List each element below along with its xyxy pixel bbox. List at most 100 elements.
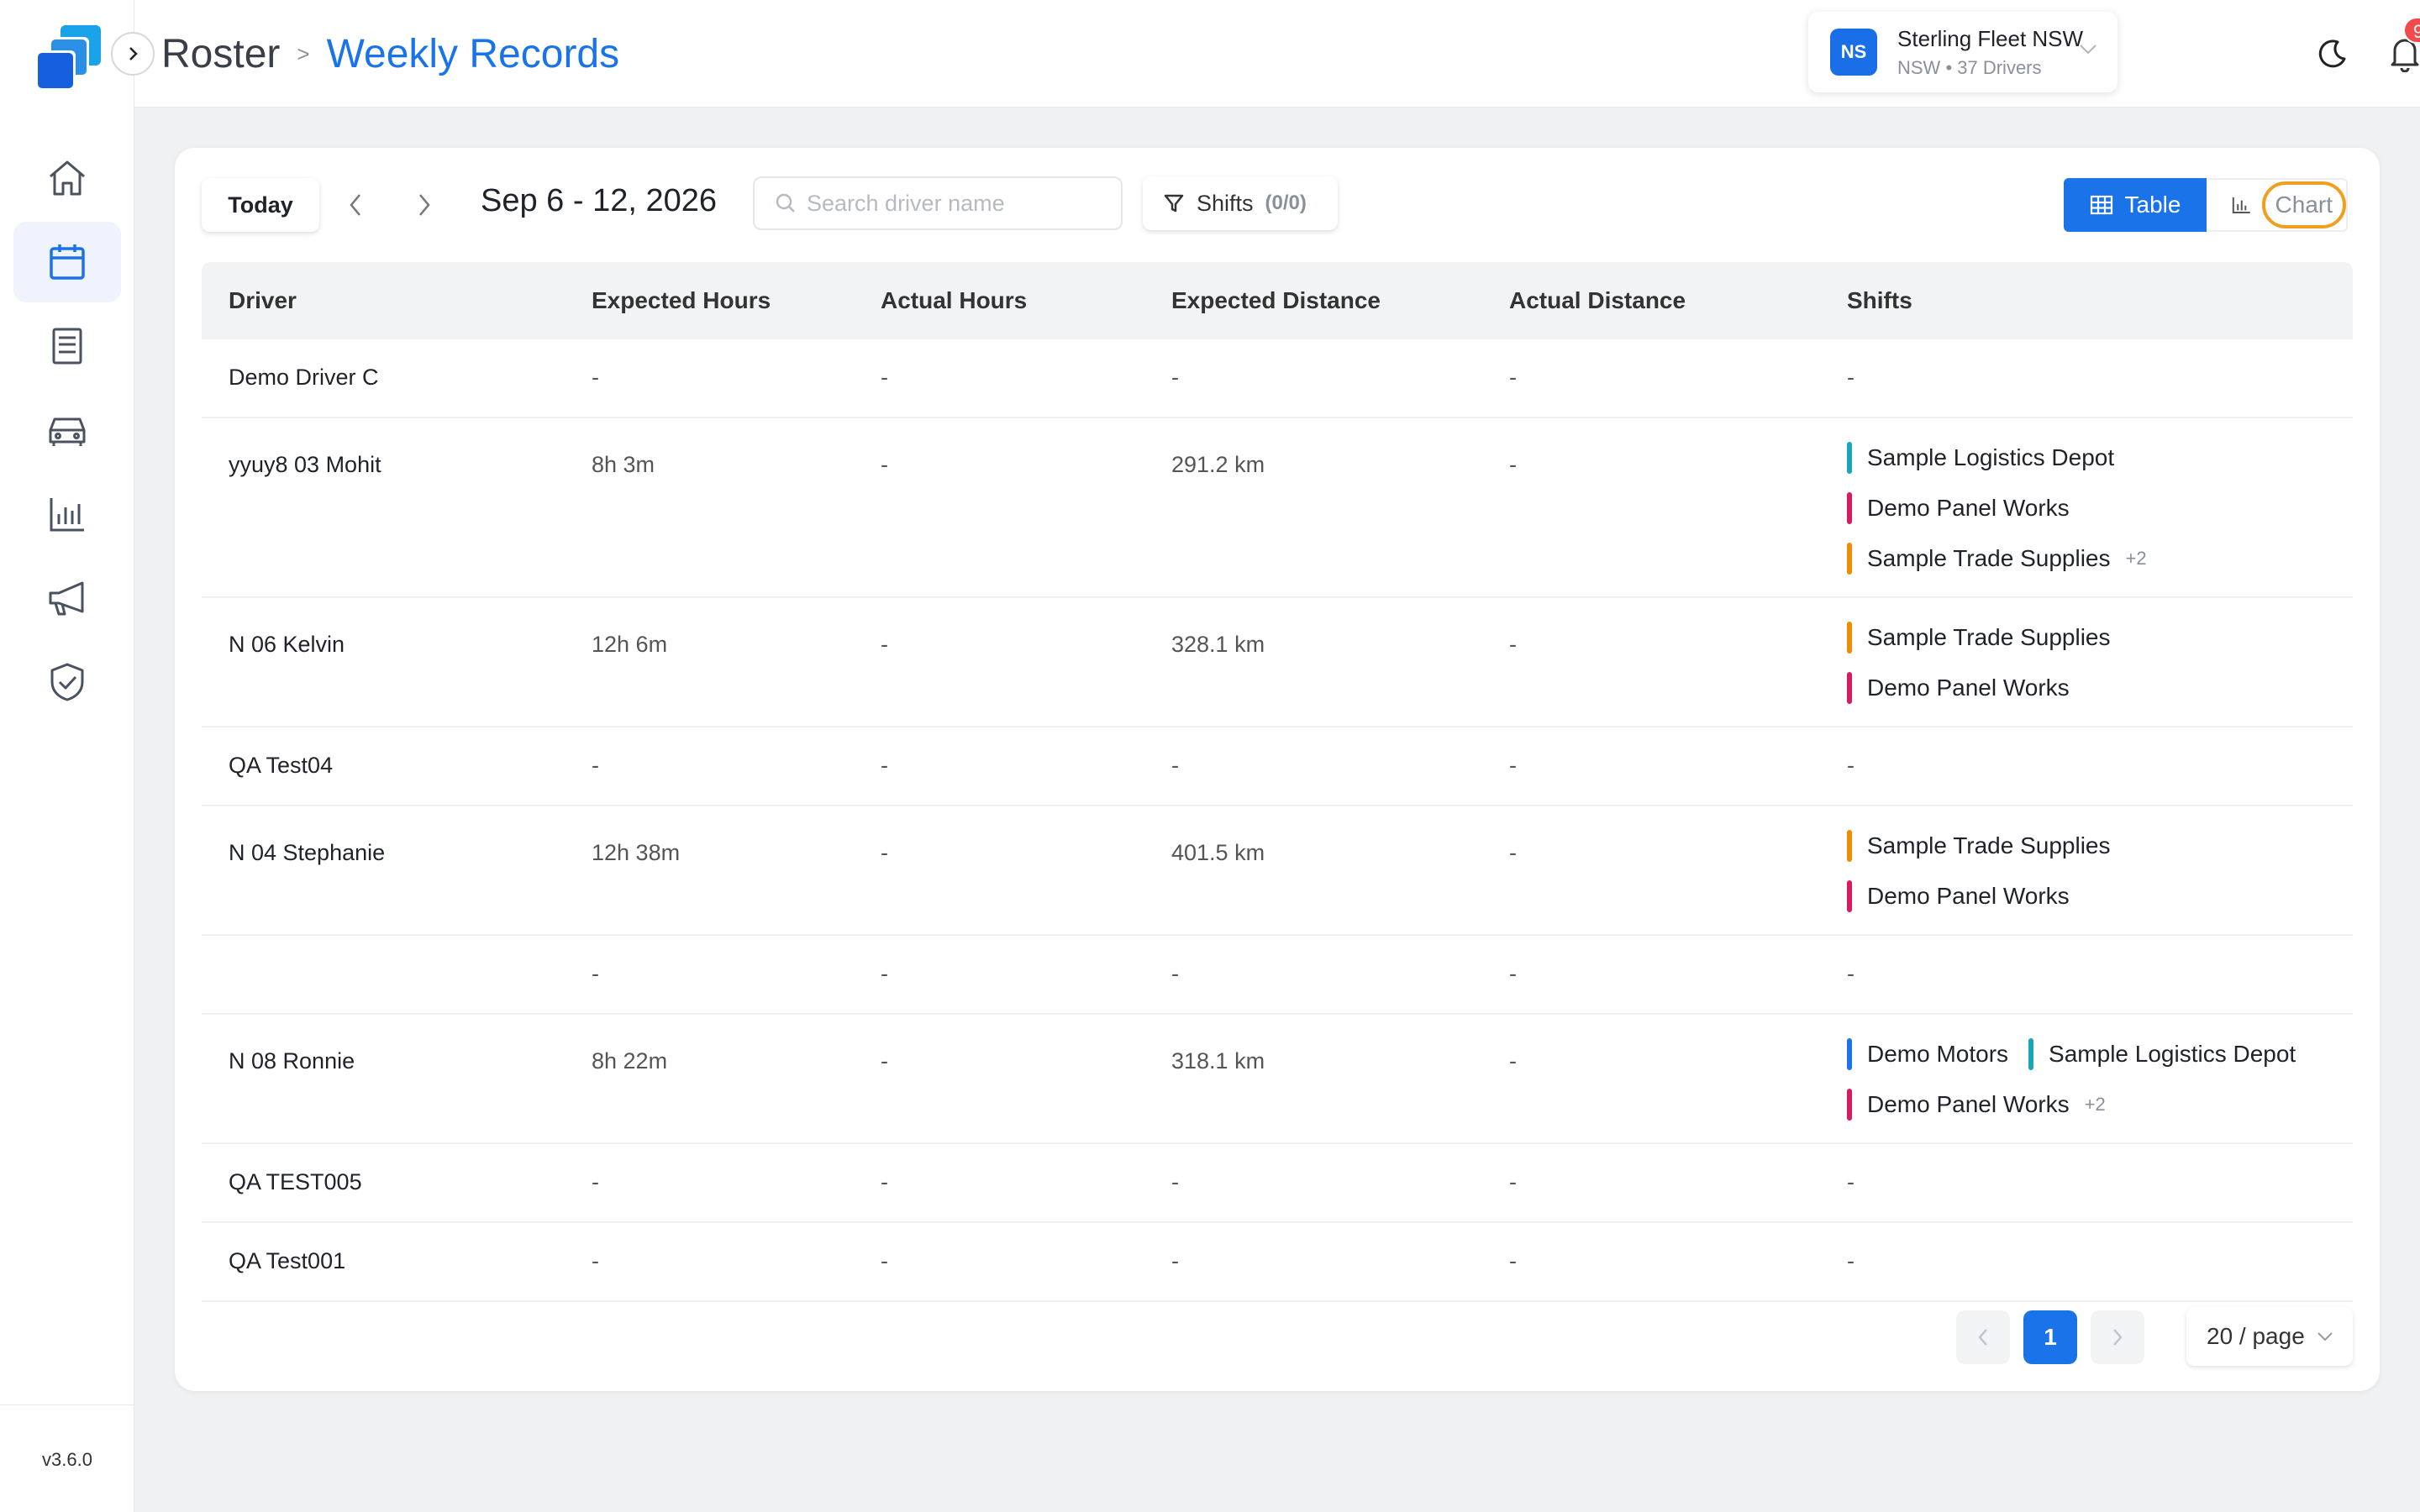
shift-color-bar <box>1847 543 1852 575</box>
more-shifts-count[interactable]: +2 <box>2126 548 2147 570</box>
bar-chart-icon <box>50 498 84 532</box>
sidebar-expand-button[interactable] <box>111 32 155 76</box>
sidebar-item-records[interactable] <box>13 306 121 386</box>
sidebar-item-home[interactable] <box>13 138 121 218</box>
cell-actual-distance: - <box>1509 1248 1517 1273</box>
column-header-actual-hours[interactable]: Actual Hours <box>881 262 1027 339</box>
shift-tag[interactable]: Demo Panel Works <box>1847 492 2070 524</box>
table-row[interactable]: QA TEST005 - - - - - <box>202 1144 2353 1223</box>
chart-view-button[interactable]: Chart <box>2207 178 2348 232</box>
cell-actual-distance: - <box>1509 365 1517 390</box>
dark-mode-toggle-icon[interactable] <box>2316 37 2349 71</box>
org-subtitle: NSW • 37 Drivers <box>1897 56 2042 78</box>
cell-actual-distance: - <box>1509 961 1517 986</box>
table-row[interactable]: QA Test04 - - - - - <box>202 727 2353 806</box>
sidebar-item-reports[interactable] <box>13 474 121 554</box>
shifts-filter-button[interactable]: Shifts (0/0) <box>1143 176 1338 230</box>
cell-expected-hours: - <box>592 365 599 390</box>
shift-name: Sample Trade Supplies <box>1867 545 2111 571</box>
shift-line: Demo Motors Sample Logistics Depot <box>1847 1038 2316 1070</box>
table-row[interactable]: N 08 Ronnie 8h 22m - 318.1 km - Demo Motors Sa… <box>202 1015 2353 1144</box>
table-view-label: Table <box>2124 192 2181 218</box>
shift-color-bar <box>1847 672 1852 704</box>
table-view-button[interactable]: Table <box>2064 178 2207 232</box>
pagination-prev-button[interactable] <box>1956 1310 2010 1364</box>
breadcrumb-roster[interactable]: Roster <box>161 31 280 77</box>
shift-tag[interactable]: Sample Logistics Depot <box>1847 442 2114 474</box>
shift-name: Sample Trade Supplies <box>1867 624 2111 650</box>
cell-expected-distance: - <box>1171 753 1179 778</box>
column-header-shifts[interactable]: Shifts <box>1847 262 1912 339</box>
column-header-expected-distance[interactable]: Expected Distance <box>1171 262 1381 339</box>
breadcrumb: Roster > Weekly Records <box>161 0 619 108</box>
cell-driver: QA Test04 <box>229 753 334 778</box>
cell-driver: N 08 Ronnie <box>229 1048 355 1074</box>
pagination-page-1[interactable]: 1 <box>2023 1310 2077 1364</box>
driver-search <box>753 176 1123 230</box>
cell-actual-distance: - <box>1509 1048 1517 1074</box>
cell-actual-distance: - <box>1509 753 1517 778</box>
cell-expected-distance: - <box>1171 1169 1179 1194</box>
chevron-right-icon <box>2113 1329 2123 1346</box>
column-header-expected-hours[interactable]: Expected Hours <box>592 262 771 339</box>
previous-week-button[interactable] <box>345 190 368 220</box>
shift-line: Demo Panel Works +2 <box>1847 1089 2106 1121</box>
shift-tag[interactable]: Sample Logistics Depot <box>2028 1038 2296 1070</box>
table-row[interactable]: yyuy8 03 Mohit 8h 3m - 291.2 km - Sample Logi… <box>202 418 2353 598</box>
shift-color-bar <box>1847 1038 1852 1070</box>
sidebar-item-vehicles[interactable] <box>13 390 121 470</box>
cell-expected-distance: 328.1 km <box>1171 632 1265 657</box>
cell-expected-hours: 12h 6m <box>592 632 668 657</box>
cell-actual-distance: - <box>1509 840 1517 865</box>
shield-check-icon <box>50 663 84 701</box>
page-title: Weekly Records <box>326 31 620 76</box>
org-name: Sterling Fleet NSW <box>1897 25 2084 51</box>
table-row[interactable]: N 06 Kelvin 12h 6m - 328.1 km - Sample Trade … <box>202 598 2353 727</box>
organization-selector[interactable]: NS Sterling Fleet NSW NSW • 37 Drivers <box>1808 12 2118 92</box>
today-button[interactable]: Today <box>202 178 319 232</box>
shift-name: Sample Logistics Depot <box>2049 1041 2296 1067</box>
shift-tag[interactable]: Demo Panel Works <box>1847 880 2070 912</box>
shift-color-bar <box>1847 830 1852 862</box>
shift-line: Sample Logistics Depot <box>1847 442 2134 474</box>
cell-expected-hours: - <box>592 1169 599 1194</box>
shift-name: Demo Panel Works <box>1867 495 2070 521</box>
cell-expected-hours: - <box>592 961 599 986</box>
shift-color-bar <box>2028 1038 2034 1070</box>
search-input[interactable] <box>807 190 1109 217</box>
shift-line: Sample Trade Supplies +2 <box>1847 543 2147 575</box>
shift-tag[interactable]: Demo Panel Works <box>1847 672 2070 704</box>
column-header-driver[interactable]: Driver <box>229 262 297 339</box>
app-version: v3.6.0 <box>0 1404 134 1512</box>
shift-tag[interactable]: Sample Trade Supplies <box>1847 830 2111 862</box>
table-row[interactable]: N 04 Stephanie 12h 38m - 401.5 km - Sample Tr… <box>202 806 2353 936</box>
shift-line: Demo Panel Works <box>1847 880 2090 912</box>
column-header-actual-distance[interactable]: Actual Distance <box>1509 262 1686 339</box>
sidebar-item-announcements[interactable] <box>13 558 121 638</box>
next-week-button[interactable] <box>412 190 435 220</box>
sidebar-item-compliance[interactable] <box>13 642 121 722</box>
shift-tag[interactable]: Sample Trade Supplies <box>1847 622 2111 654</box>
shift-name: Sample Trade Supplies <box>1867 832 2111 858</box>
chart-icon <box>2232 197 2250 214</box>
table-row[interactable]: Demo Driver C - - - - - <box>202 339 2353 418</box>
shift-name: Sample Logistics Depot <box>1867 444 2115 470</box>
table-row[interactable]: QA Test001 - - - - - <box>202 1223 2353 1302</box>
shifts-filter-label: Shifts <box>1197 190 1254 216</box>
cell-expected-distance: - <box>1171 1248 1179 1273</box>
table-header: Driver Expected Hours Actual Hours Expec… <box>202 262 2353 339</box>
more-shifts-count[interactable]: +2 <box>2085 1094 2106 1116</box>
org-badge: NS <box>1830 29 1877 76</box>
cell-expected-hours: 8h 22m <box>592 1048 668 1074</box>
sidebar-item-roster[interactable] <box>13 222 121 302</box>
page-size-select[interactable]: 20 / page <box>2186 1307 2353 1366</box>
shift-tag[interactable]: Sample Trade Supplies <box>1847 543 2111 575</box>
shift-tag[interactable]: Demo Motors <box>1847 1038 2008 1070</box>
cell-actual-distance: - <box>1509 632 1517 657</box>
pagination-next-button[interactable] <box>2091 1310 2144 1364</box>
table-icon <box>2090 195 2112 215</box>
shift-tag[interactable]: Demo Panel Works <box>1847 1089 2070 1121</box>
table-row[interactable]: ----- <box>202 936 2353 1015</box>
document-list-icon <box>52 328 82 365</box>
app-logo-icon[interactable] <box>30 22 104 96</box>
